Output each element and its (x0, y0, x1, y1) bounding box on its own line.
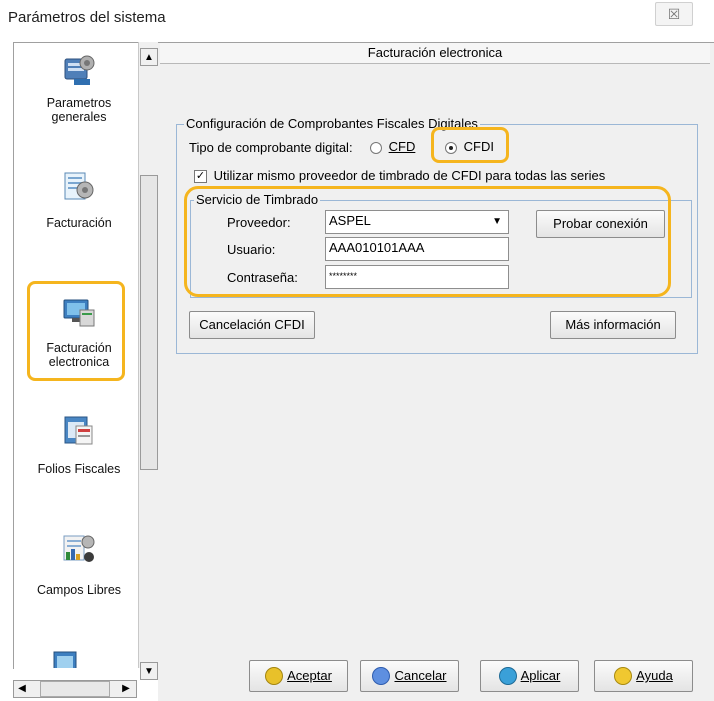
radio-cfdi-circle (445, 141, 457, 154)
aceptar-label: Aceptar (287, 668, 332, 683)
computer-network-icon (62, 296, 96, 330)
sidebar-item-folios-fiscales[interactable]: Folios Fiscales (20, 414, 138, 476)
contrasena-field[interactable]: ******** (325, 265, 509, 289)
free-fields-icon (62, 532, 96, 566)
same-provider-checkbox[interactable]: ✓ Utilizar mismo proveedor de timbrado d… (194, 168, 606, 184)
contrasena-label: Contraseña: (227, 270, 298, 285)
close-icon: ☒ (667, 6, 681, 22)
usuario-field[interactable]: AAA010101AAA (325, 237, 509, 261)
aplicar-button[interactable]: Aplicar (480, 660, 579, 692)
scroll-thumb[interactable] (140, 175, 158, 470)
check-icon (265, 666, 284, 685)
panel-header: Facturación electronica (160, 43, 710, 64)
cancelar-label: Cancelar (394, 668, 447, 683)
arrow-up-icon: ▲ (144, 52, 154, 63)
aceptar-button[interactable]: Aceptar (249, 660, 348, 692)
scroll-right-button[interactable]: ▶ (118, 681, 134, 697)
window-title: Parámetros del sistema (8, 9, 166, 26)
chevron-down-icon: ▼ (492, 216, 502, 227)
probar-conexion-button[interactable]: Probar conexión (536, 210, 665, 238)
sidebar-item-partial[interactable] (52, 650, 86, 668)
radio-cfdi-label: CFDI (463, 139, 494, 154)
checkmark-icon: ✓ (194, 170, 207, 184)
gear-pc-icon (62, 53, 96, 87)
x-circle-icon (372, 666, 391, 685)
sidebar-item-label-2: electronica (48, 355, 110, 369)
sidebar-item-campos-libres[interactable]: Campos Libres (20, 532, 138, 597)
invoice-gear-icon (62, 170, 96, 204)
sidebar-item-facturacion-electronica[interactable]: Facturación electronica (20, 296, 138, 369)
proveedor-value: ASPEL (329, 213, 371, 228)
hscroll-thumb[interactable] (40, 681, 110, 697)
tipo-comprobante-label: Tipo de comprobante digital: (189, 140, 353, 155)
window-icon (53, 651, 77, 668)
cancelacion-cfdi-button[interactable]: Cancelación CFDI (189, 311, 315, 339)
mas-informacion-button[interactable]: Más información (550, 311, 676, 339)
radio-cfd-label: CFD (388, 139, 416, 154)
sidebar-item-label-2: generales (51, 110, 107, 124)
sidebar-item-facturacion[interactable]: Facturación (20, 170, 138, 230)
radio-cfd-circle (370, 141, 382, 154)
scroll-up-button[interactable]: ▲ (140, 48, 158, 66)
scroll-down-button[interactable]: ▼ (140, 662, 158, 680)
ayuda-label: Ayuda (636, 668, 673, 683)
sidebar-item-label: Facturación (46, 341, 112, 355)
arrow-right-icon: ▶ (122, 683, 130, 694)
close-button[interactable]: ☒ (655, 2, 693, 26)
sidebar-item-label: Campos Libres (36, 583, 122, 597)
sidebar-item-label: Parametros (46, 96, 112, 110)
fiscal-folios-icon (62, 414, 96, 448)
help-icon (614, 666, 633, 685)
usuario-label: Usuario: (227, 242, 276, 257)
refresh-icon (498, 666, 517, 685)
radio-cfd[interactable]: CFD (370, 139, 415, 154)
cancelar-button[interactable]: Cancelar (360, 660, 459, 692)
proveedor-label: Proveedor: (227, 215, 291, 230)
arrow-down-icon: ▼ (144, 666, 154, 677)
sidebar-item-label: Folios Fiscales (37, 462, 121, 476)
same-provider-label: Utilizar mismo proveedor de timbrado de … (213, 168, 606, 183)
ayuda-button[interactable]: Ayuda (594, 660, 693, 692)
proveedor-select[interactable]: ASPEL ▼ (325, 210, 509, 234)
sidebar-item-label: Facturación (46, 216, 112, 230)
scroll-left-button[interactable]: ◀ (14, 681, 30, 697)
arrow-left-icon: ◀ (18, 683, 26, 694)
sidebar-item-parametros-generales[interactable]: Parametros generales (20, 53, 138, 124)
radio-cfdi[interactable]: CFDI (445, 139, 494, 154)
aplicar-label: Aplicar (520, 668, 561, 683)
